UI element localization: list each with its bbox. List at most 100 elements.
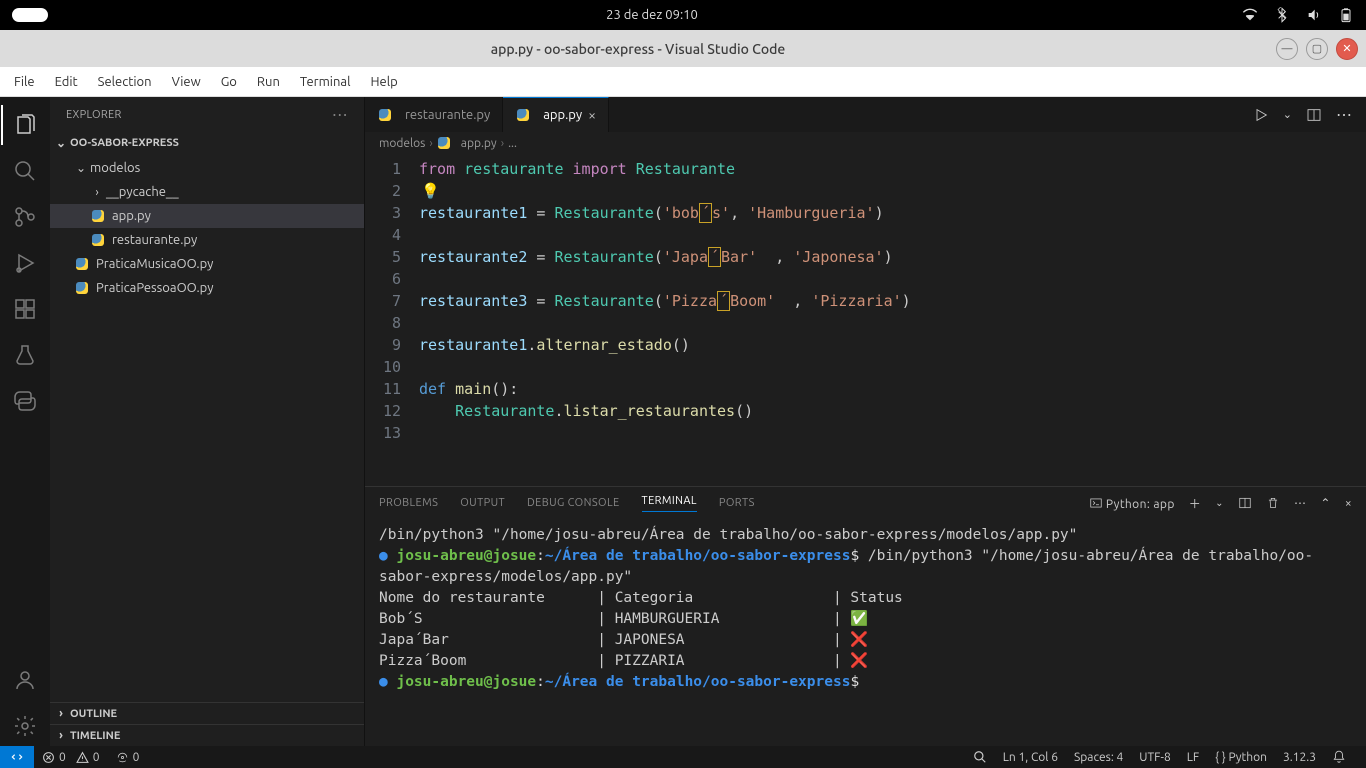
outline-section[interactable]: › OUTLINE	[50, 702, 364, 724]
tab-label: restaurante.py	[405, 108, 490, 122]
chevron-right-icon: ›	[429, 137, 432, 150]
activity-extensions[interactable]	[1, 289, 49, 329]
clock[interactable]: 23 de dez 09:10	[62, 8, 1242, 22]
line-numbers: 12345678910111213	[365, 154, 419, 486]
status-encoding[interactable]: UTF-8	[1131, 751, 1178, 764]
terminal-output-header: Nome do restaurante | Categoria | Status	[379, 588, 1352, 609]
chevron-down-icon: ⌄	[54, 136, 68, 150]
activity-bar	[0, 97, 50, 746]
menu-view[interactable]: View	[162, 67, 211, 96]
activity-search[interactable]	[1, 151, 49, 191]
status-ports[interactable]: 0	[108, 751, 148, 764]
activity-source-control[interactable]	[1, 197, 49, 237]
breadcrumb-segment[interactable]: app.py	[461, 137, 497, 150]
file-pratica-musica[interactable]: PraticaMusicaOO.py	[50, 252, 364, 276]
file-restaurante-py[interactable]: restaurante.py	[50, 228, 364, 252]
split-editor-icon[interactable]	[1306, 107, 1322, 123]
python-file-icon	[74, 256, 90, 272]
activity-testing[interactable]	[1, 335, 49, 375]
bluetooth-icon[interactable]	[1274, 7, 1290, 23]
code-editor[interactable]: 12345678910111213 💡from restaurante impo…	[365, 154, 1366, 486]
activity-python[interactable]	[1, 381, 49, 421]
panel-close-icon[interactable]: ×	[1345, 497, 1352, 510]
prompt-path: ~/Área de trabalho/oo-sabor-express	[545, 548, 851, 564]
python-file-icon	[90, 208, 106, 224]
chevron-down-icon[interactable]: ⌄	[1215, 497, 1224, 509]
terminal-output-row: Pizza´Boom | PIZZARIA | ❌	[379, 651, 1352, 672]
window-titlebar: app.py - oo-sabor-express - Visual Studi…	[0, 30, 1366, 67]
code-body[interactable]: 💡from restaurante import Restaurante res…	[419, 154, 1366, 486]
folder-modelos[interactable]: ⌄ modelos	[50, 156, 364, 180]
run-icon[interactable]	[1253, 107, 1269, 123]
tab-app[interactable]: app.py ×	[503, 97, 609, 132]
panel-tab-ports[interactable]: PORTS	[719, 497, 755, 509]
activity-settings[interactable]	[1, 706, 49, 746]
file-label: restaurante.py	[112, 233, 197, 247]
folder-pycache[interactable]: › __pycache__	[50, 180, 364, 204]
menu-go[interactable]: Go	[211, 67, 247, 96]
prompt-path: ~/Área de trabalho/oo-sabor-express	[545, 674, 851, 690]
status-indentation[interactable]: Spaces: 4	[1066, 751, 1131, 764]
python-file-icon	[74, 280, 90, 296]
chevron-right-icon: ›	[90, 186, 104, 199]
new-terminal-icon[interactable]: ＋	[1189, 495, 1201, 512]
project-section-header[interactable]: ⌄ OO-SABOR-EXPRESS	[50, 132, 364, 154]
timeline-section[interactable]: › TIMELINE	[50, 724, 364, 746]
status-errors[interactable]: 0 0	[34, 751, 108, 764]
trash-icon[interactable]	[1266, 496, 1280, 510]
split-terminal-icon[interactable]	[1238, 496, 1252, 510]
explorer-more-icon[interactable]: ⋯	[332, 105, 348, 124]
status-language-mode[interactable]: { } Python	[1207, 751, 1275, 764]
panel-tab-terminal[interactable]: TERMINAL	[642, 495, 697, 512]
project-name: OO-SABOR-EXPRESS	[70, 137, 179, 149]
activity-run-debug[interactable]	[1, 243, 49, 283]
menu-file[interactable]: File	[4, 67, 45, 96]
activities-pill[interactable]	[12, 8, 48, 22]
chevron-right-icon: ›	[54, 707, 68, 720]
prompt-dot-icon: ●	[379, 674, 396, 690]
terminal-body[interactable]: /bin/python3 "/home/josu-abreu/Área de t…	[365, 519, 1366, 746]
panel-tab-debug[interactable]: DEBUG CONSOLE	[527, 497, 620, 509]
status-notifications-icon[interactable]	[1324, 750, 1354, 764]
timeline-label: TIMELINE	[70, 730, 120, 742]
breadcrumb-segment[interactable]: modelos	[379, 137, 425, 150]
status-eol[interactable]: LF	[1179, 751, 1207, 764]
chevron-up-icon[interactable]: ⌃	[1320, 496, 1330, 510]
chevron-down-icon[interactable]: ⌄	[1283, 108, 1292, 121]
file-app-py[interactable]: app.py	[50, 204, 364, 228]
status-search[interactable]	[965, 750, 995, 764]
status-bar: 0 0 0 Ln 1, Col 6 Spaces: 4 UTF-8 LF { }…	[0, 746, 1366, 768]
panel-tab-output[interactable]: OUTPUT	[460, 497, 505, 509]
file-pratica-pessoa[interactable]: PraticaPessoaOO.py	[50, 276, 364, 300]
menu-help[interactable]: Help	[360, 67, 407, 96]
panel-more-icon[interactable]: ⋯	[1294, 496, 1306, 510]
tab-restaurante[interactable]: restaurante.py	[365, 97, 503, 132]
menu-edit[interactable]: Edit	[45, 67, 88, 96]
chevron-down-icon: ⌄	[74, 161, 88, 175]
python-file-icon	[90, 232, 106, 248]
tab-close-icon[interactable]: ×	[588, 107, 596, 123]
status-python-version[interactable]: 3.12.3	[1275, 751, 1324, 764]
window-close-button[interactable]: ✕	[1336, 38, 1358, 60]
menu-run[interactable]: Run	[247, 67, 290, 96]
activity-explorer[interactable]	[1, 105, 49, 145]
window-maximize-button[interactable]: ▢	[1306, 38, 1328, 60]
battery-icon[interactable]	[1338, 7, 1354, 23]
remote-button[interactable]	[0, 746, 34, 768]
folder-label: modelos	[90, 161, 140, 175]
terminal-shell-label[interactable]: Python: app	[1089, 496, 1175, 511]
panel-tab-problems[interactable]: PROBLEMS	[379, 497, 438, 509]
menu-terminal[interactable]: Terminal	[290, 67, 361, 96]
menu-selection[interactable]: Selection	[88, 67, 162, 96]
wifi-icon[interactable]	[1242, 7, 1258, 23]
window-minimize-button[interactable]: —	[1276, 38, 1298, 60]
breadcrumb[interactable]: modelos › app.py › ...	[365, 132, 1366, 154]
chevron-right-icon: ›	[501, 137, 504, 150]
breadcrumb-segment[interactable]: ...	[508, 137, 517, 150]
editor-more-icon[interactable]: ⋯	[1336, 105, 1354, 124]
volume-icon[interactable]	[1306, 7, 1322, 23]
activity-accounts[interactable]	[1, 660, 49, 700]
lightbulb-icon[interactable]: 💡	[421, 180, 440, 202]
status-cursor-position[interactable]: Ln 1, Col 6	[995, 751, 1066, 764]
explorer-title: EXPLORER	[66, 109, 122, 121]
